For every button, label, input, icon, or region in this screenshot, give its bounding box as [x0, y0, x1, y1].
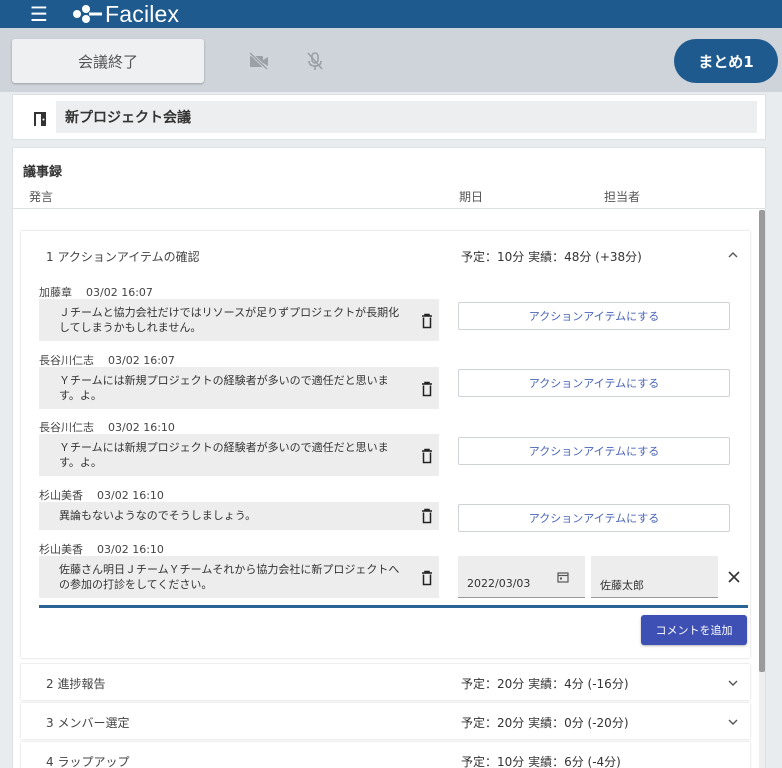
calendar-icon[interactable]	[557, 571, 569, 583]
comment-bubble: 異論もないようなのでそうしましょう。	[39, 502, 439, 530]
chevron-down-icon[interactable]	[728, 678, 738, 688]
camera-off-icon[interactable]	[247, 50, 271, 72]
comment-timestamp: 03/02 16:07	[86, 286, 153, 299]
speaker-name: 加藤章	[39, 286, 72, 299]
make-action-item-button[interactable]: アクションアイテムにする	[458, 369, 730, 397]
assignee-value: 佐藤太郎	[600, 579, 644, 592]
agenda-title: 2 進捗報告	[46, 677, 106, 691]
trash-icon[interactable]	[421, 313, 433, 329]
trash-icon[interactable]	[421, 381, 433, 397]
menu-icon[interactable]: ☰	[27, 2, 51, 26]
comment-bubble: Ｊチームと協力会社だけではリソースが足りずプロジェクトが長期化してしまうかもしれ…	[39, 299, 439, 341]
trash-icon[interactable]	[421, 570, 433, 586]
minutes-panel: 議事録 発言 期日 担当者 1 アクションアイテムの確認 予定：10分 実績：4…	[12, 147, 766, 768]
agenda-time: 予定：20分 実績：0分 (-20分)	[461, 716, 629, 730]
app-name: Facilex	[105, 0, 180, 27]
due-date-field[interactable]: 2022/03/03	[458, 556, 585, 598]
assignee-field[interactable]: 佐藤太郎	[591, 556, 718, 598]
comment-bubble: 佐藤さん明日ＪチームＹチームそれから協力会社に新プロジェクトへの参加の打診をして…	[39, 556, 439, 598]
meeting-panel: 新プロジェクト会議	[12, 94, 766, 140]
header-divider	[13, 208, 765, 209]
comment-meta: 杉山美香 03/02 16:10	[39, 541, 164, 557]
due-date-value: 2022/03/03	[467, 577, 531, 590]
comment-bubble: Ｙチームには新規プロジェクトの経験者が多いので適任だと思います。よ。	[39, 434, 439, 476]
speaker-name: 杉山美香	[39, 543, 83, 556]
agenda-item-3[interactable]: 3 メンバー選定 予定：20分 実績：0分 (-20分)	[21, 703, 750, 739]
chevron-up-icon[interactable]	[728, 250, 738, 260]
agenda-item-4[interactable]: 4 ラップアップ 予定：10分 実績：6分 (-4分)	[21, 742, 750, 768]
input-focus-line	[39, 605, 748, 608]
agenda-item-2[interactable]: 2 進捗報告 予定：20分 実績：4分 (-16分)	[21, 664, 750, 700]
column-header-assignee: 担当者	[604, 190, 641, 204]
comment-timestamp: 03/02 16:10	[108, 421, 175, 434]
comment-text: Ｙチームには新規プロジェクトの経験者が多いので適任だと思います。よ。	[59, 374, 389, 402]
agenda-item-1: 1 アクションアイテムの確認 予定：10分 実績：48分 (+38分) 加藤章 0…	[21, 231, 750, 658]
speaker-name: 杉山美香	[39, 489, 83, 502]
comment-text: Ｊチームと協力会社だけではリソースが足りずプロジェクトが長期化してしまうかもしれ…	[59, 306, 400, 334]
comment-text: Ｙチームには新規プロジェクトの経験者が多いので適任だと思います。よ。	[59, 441, 389, 469]
agenda-time: 予定：10分 実績：48分 (+38分)	[461, 250, 642, 264]
comment-bubble: Ｙチームには新規プロジェクトの経験者が多いので適任だと思います。よ。	[39, 367, 439, 409]
agenda-title: 3 メンバー選定	[46, 716, 130, 730]
make-action-item-button[interactable]: アクションアイテムにする	[458, 302, 730, 330]
agenda-time: 予定：20分 実績：4分 (-16分)	[461, 677, 629, 691]
comment-meta: 杉山美香 03/02 16:10	[39, 487, 164, 503]
comment-timestamp: 03/02 16:07	[108, 354, 175, 367]
comment-timestamp: 03/02 16:10	[97, 543, 164, 556]
comment-text: 佐藤さん明日ＪチームＹチームそれから協力会社に新プロジェクトへの参加の打診をして…	[59, 563, 400, 591]
scrollbar[interactable]	[759, 210, 765, 768]
app-logo: Facilex	[71, 1, 179, 28]
speaker-name: 長谷川仁志	[39, 421, 94, 434]
trash-icon[interactable]	[421, 508, 433, 524]
comment-meta: 長谷川仁志 03/02 16:10	[39, 419, 175, 435]
scrollbar-thumb[interactable]	[759, 210, 765, 672]
chevron-down-icon[interactable]	[728, 717, 738, 727]
agenda-title: 1 アクションアイテムの確認	[46, 250, 200, 264]
comment-timestamp: 03/02 16:10	[97, 489, 164, 502]
door-icon	[34, 112, 46, 126]
comment-meta: 長谷川仁志 03/02 16:07	[39, 352, 175, 368]
add-comment-button[interactable]: コメントを追加	[641, 615, 747, 645]
app-bar: ☰ Facilex	[0, 0, 782, 28]
agenda-header[interactable]: 1 アクションアイテムの確認 予定：10分 実績：48分 (+38分)	[21, 231, 750, 279]
column-header-due-date: 期日	[459, 190, 484, 204]
meeting-toolbar: 会議終了 まとめ1	[0, 28, 782, 92]
meeting-title: 新プロジェクト会議	[56, 101, 757, 133]
mic-off-icon[interactable]	[303, 50, 327, 72]
comment-text: 異論もないようなのでそうしましょう。	[59, 509, 257, 522]
agenda-time: 予定：10分 実績：6分 (-4分)	[461, 755, 621, 768]
column-header-statement: 発言	[29, 190, 54, 204]
minutes-title: 議事録	[23, 165, 63, 180]
make-action-item-button[interactable]: アクションアイテムにする	[458, 504, 730, 532]
summary-button[interactable]: まとめ1	[674, 39, 778, 83]
end-meeting-button[interactable]: 会議終了	[12, 39, 204, 83]
close-icon[interactable]	[727, 570, 741, 584]
trash-icon[interactable]	[421, 448, 433, 464]
logo-mark-icon	[73, 5, 102, 23]
make-action-item-button[interactable]: アクションアイテムにする	[458, 437, 730, 465]
speaker-name: 長谷川仁志	[39, 354, 94, 367]
comment-meta: 加藤章 03/02 16:07	[39, 284, 153, 300]
agenda-title: 4 ラップアップ	[46, 755, 130, 768]
